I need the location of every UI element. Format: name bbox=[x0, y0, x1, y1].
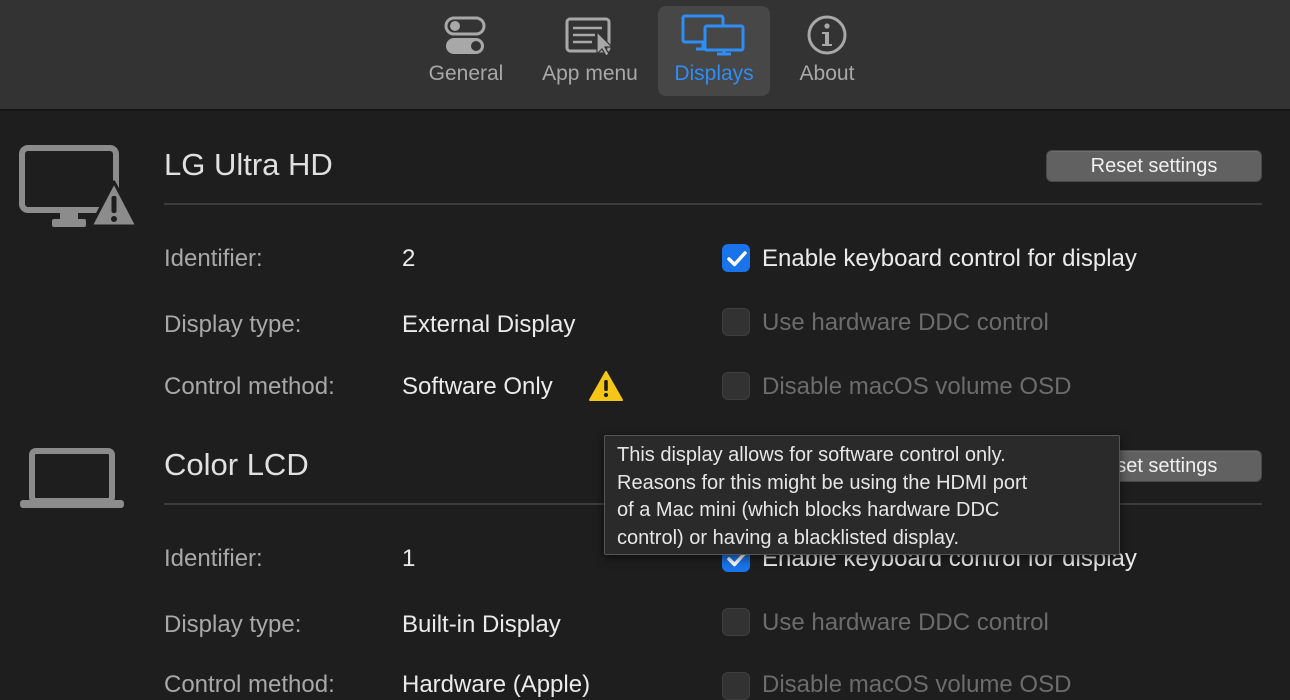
enable-keyboard-control-label: Enable keyboard control for display bbox=[762, 245, 1137, 272]
identifier-value: 1 bbox=[402, 545, 416, 572]
tooltip-line: This display allows for software control… bbox=[617, 444, 1006, 466]
info-icon bbox=[807, 15, 847, 55]
use-hardware-ddc-checkbox[interactable] bbox=[722, 608, 750, 636]
use-hardware-ddc-checkbox[interactable] bbox=[722, 308, 750, 336]
display-type-value: External Display bbox=[402, 311, 576, 338]
tab-general-label: General bbox=[428, 62, 504, 85]
control-method-label: Control method: bbox=[164, 373, 335, 400]
laptop-icon bbox=[20, 448, 124, 508]
use-hardware-ddc-label: Use hardware DDC control bbox=[762, 309, 1049, 336]
enable-keyboard-control-checkbox[interactable] bbox=[722, 244, 750, 272]
display-name: LG Ultra HD bbox=[164, 147, 333, 182]
displays-pane: LG Ultra HD Reset settings Identifier: 2… bbox=[0, 111, 1290, 700]
control-method-value: Software Only bbox=[402, 373, 553, 400]
preferences-toolbar: General App menu Displays About bbox=[0, 0, 1290, 111]
displays-icon bbox=[681, 14, 745, 56]
software-control-tooltip: This display allows for software control… bbox=[604, 435, 1120, 555]
disable-volume-osd-label: Disable macOS volume OSD bbox=[762, 373, 1072, 400]
display-type-label: Display type: bbox=[164, 311, 302, 338]
checkmark-icon bbox=[727, 251, 747, 267]
display-name: Color LCD bbox=[164, 447, 309, 482]
warning-icon[interactable] bbox=[588, 370, 624, 402]
disable-volume-osd-checkbox[interactable] bbox=[722, 372, 750, 400]
tab-displays[interactable]: Displays bbox=[658, 6, 770, 96]
tooltip-line: of a Mac mini (which blocks hardware DDC bbox=[617, 499, 1000, 521]
tooltip-line: control) or having a blacklisted display… bbox=[617, 526, 960, 549]
control-method-label: Control method: bbox=[164, 671, 335, 698]
tab-about-label: About bbox=[799, 62, 855, 85]
display-type-label: Display type: bbox=[164, 611, 302, 638]
tab-displays-label: Displays bbox=[674, 62, 754, 85]
tooltip-line: Reasons for this might be using the HDMI… bbox=[617, 471, 1028, 494]
identifier-label: Identifier: bbox=[164, 545, 263, 572]
toggles-icon bbox=[444, 16, 486, 54]
tab-general[interactable]: General bbox=[418, 6, 514, 96]
divider bbox=[164, 203, 1262, 205]
app-menu-icon bbox=[565, 17, 614, 56]
tab-app-menu[interactable]: App menu bbox=[532, 6, 648, 96]
disable-volume-osd-checkbox[interactable] bbox=[722, 672, 750, 700]
display-type-value: Built-in Display bbox=[402, 611, 561, 638]
identifier-value: 2 bbox=[402, 245, 416, 272]
control-method-value: Hardware (Apple) bbox=[402, 671, 591, 698]
tab-about[interactable]: About bbox=[784, 6, 870, 96]
external-monitor-warning-icon bbox=[19, 145, 138, 228]
use-hardware-ddc-label: Use hardware DDC control bbox=[762, 609, 1049, 636]
disable-volume-osd-label: Disable macOS volume OSD bbox=[762, 671, 1072, 698]
reset-settings-button[interactable]: Reset settings bbox=[1046, 150, 1262, 182]
tab-app-menu-label: App menu bbox=[542, 62, 638, 85]
identifier-label: Identifier: bbox=[164, 245, 263, 272]
